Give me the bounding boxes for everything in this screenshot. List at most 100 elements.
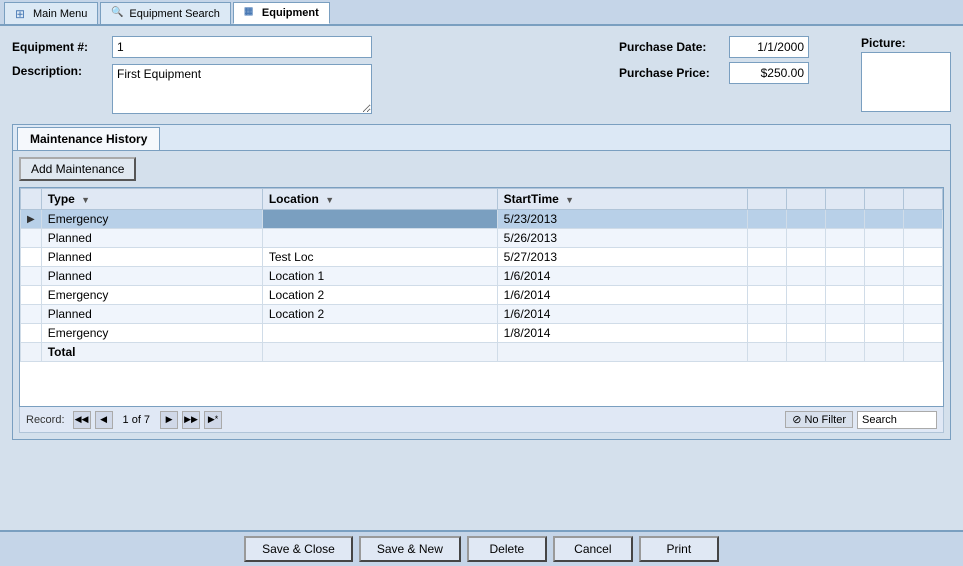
empty-cell [747,210,786,229]
save-close-button[interactable]: Save & Close [244,536,353,562]
empty-cell [864,229,903,248]
row-indicator [21,229,42,248]
tab-equipment-search[interactable]: 🔍 Equipment Search [100,2,231,24]
delete-button[interactable]: Delete [467,536,547,562]
maintenance-table: Type ▼ Location ▼ StartTime ▼ [20,188,943,362]
table-header: Type ▼ Location ▼ StartTime ▼ [21,189,943,210]
row-indicator [21,305,42,324]
location-cell [262,324,497,343]
type-cell: Emergency [41,286,262,305]
location-column-header[interactable]: Location ▼ [262,189,497,210]
maintenance-history-container: Maintenance History Add Maintenance Type… [12,124,951,440]
empty-cell [825,305,864,324]
table-row[interactable]: Emergency1/8/2014 [21,324,943,343]
table-row[interactable]: PlannedLocation 21/6/2014 [21,305,943,324]
empty-cell [825,210,864,229]
empty-cell [864,267,903,286]
empty-cell [786,267,825,286]
maintenance-tab-label[interactable]: Maintenance History [17,127,160,150]
main-content: Equipment #: Description: First Equipmen… [0,26,963,530]
purchase-date-input[interactable] [729,36,809,58]
empty-cell [786,286,825,305]
total-empty [825,343,864,362]
right-fields: Purchase Date: Purchase Price: [619,36,809,120]
left-fields: Equipment #: Description: First Equipmen… [12,36,607,120]
equipment-number-input[interactable] [112,36,372,58]
starttime-cell: 1/6/2014 [497,267,747,286]
col4 [747,189,786,210]
record-label: Record: [26,414,65,426]
empty-cell [825,229,864,248]
location-sort-arrow: ▼ [325,195,334,205]
empty-cell [747,248,786,267]
empty-cell [786,210,825,229]
type-cell: Planned [41,248,262,267]
table-row[interactable]: PlannedTest Loc5/27/2013 [21,248,943,267]
empty-cell [747,229,786,248]
empty-cell [864,305,903,324]
cancel-button[interactable]: Cancel [553,536,633,562]
location-cell: Location 1 [262,267,497,286]
tab-equipment[interactable]: ▦ Equipment [233,2,330,24]
empty-cell [864,248,903,267]
empty-cell [903,267,942,286]
col6 [825,189,864,210]
print-button[interactable]: Print [639,536,719,562]
table-row[interactable]: PlannedLocation 11/6/2014 [21,267,943,286]
location-cell: Test Loc [262,248,497,267]
purchase-price-row: Purchase Price: [619,62,809,84]
total-empty [903,343,942,362]
nav-prev-button[interactable]: ◀ [95,411,113,429]
starttime-cell: 1/6/2014 [497,286,747,305]
search-input[interactable] [857,411,937,429]
row-indicator [21,267,42,286]
empty-cell [786,248,825,267]
empty-cell [903,210,942,229]
description-input[interactable]: First Equipment [112,64,372,114]
top-form-area: Equipment #: Description: First Equipmen… [12,36,951,120]
starttime-column-header[interactable]: StartTime ▼ [497,189,747,210]
empty-cell [747,267,786,286]
row-indicator [21,324,42,343]
table-row[interactable]: EmergencyLocation 21/6/2014 [21,286,943,305]
description-label: Description: [12,64,112,78]
save-new-button[interactable]: Save & New [359,536,461,562]
empty-cell [786,229,825,248]
total-empty [864,343,903,362]
nav-last-button[interactable]: ▶▶ [182,411,200,429]
empty-cell [864,324,903,343]
nav-first-button[interactable]: ◀◀ [73,411,91,429]
starttime-cell: 5/27/2013 [497,248,747,267]
table-row[interactable]: Planned5/26/2013 [21,229,943,248]
table-icon: ▦ [244,6,258,20]
bottom-button-bar: Save & Close Save & New Delete Cancel Pr… [0,530,963,566]
add-maintenance-button[interactable]: Add Maintenance [19,157,136,181]
total-row: Total [21,343,943,362]
empty-cell [903,286,942,305]
nav-next-button[interactable]: ▶ [160,411,178,429]
empty-cell [825,248,864,267]
no-filter-button[interactable]: ⊘ No Filter [785,411,853,428]
total-empty [786,343,825,362]
location-cell [262,229,497,248]
empty-cell [747,286,786,305]
location-cell [262,210,497,229]
home-icon: ⊞ [15,7,29,21]
maintenance-tab-header: Maintenance History [13,125,950,151]
empty-cell [825,267,864,286]
table-row[interactable]: ▶Emergency5/23/2013 [21,210,943,229]
empty-cell [903,248,942,267]
purchase-price-input[interactable] [729,62,809,84]
nav-new-button[interactable]: ▶* [204,411,222,429]
starttime-cell: 5/23/2013 [497,210,747,229]
purchase-date-label: Purchase Date: [619,40,729,54]
empty-cell [864,210,903,229]
type-column-header[interactable]: Type ▼ [41,189,262,210]
row-indicator [21,286,42,305]
tab-main-menu[interactable]: ⊞ Main Menu [4,2,98,24]
picture-label: Picture: [861,36,906,50]
type-cell: Planned [41,267,262,286]
empty-cell [825,324,864,343]
purchase-date-row: Purchase Date: [619,36,809,58]
location-cell: Location 2 [262,305,497,324]
